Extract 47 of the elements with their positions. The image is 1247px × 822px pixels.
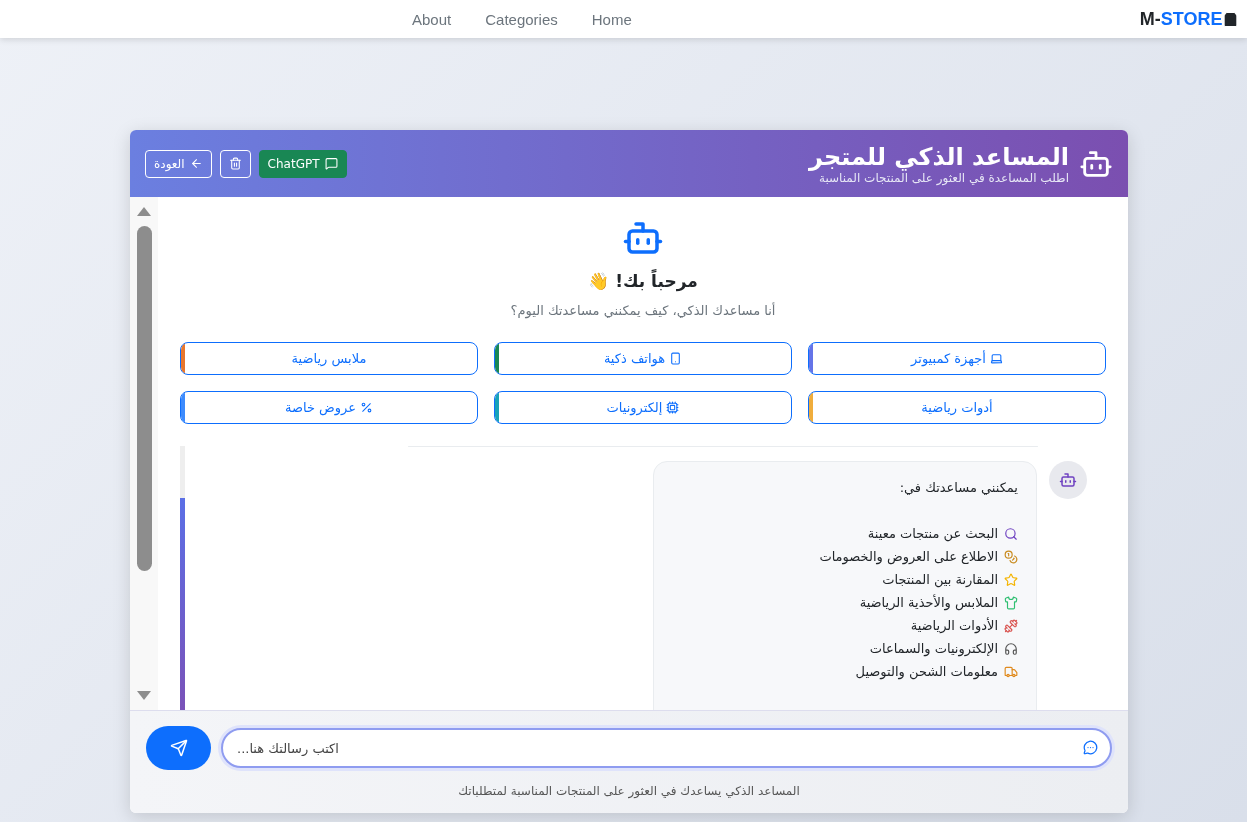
chip-icon [666,401,680,414]
clear-button[interactable] [219,149,251,178]
scrollbar[interactable] [130,197,158,710]
star-icon [1004,572,1018,587]
nav-link[interactable]: Home [591,10,632,28]
brand-logo[interactable]: M-STORE [1139,8,1240,30]
message-text: الملابس والأحذية الرياضية [859,593,998,612]
chatgpt-button[interactable]: ChatGPT [258,149,347,178]
money-icon [1004,549,1018,564]
send-icon [169,739,188,757]
nav-link[interactable]: About [412,10,452,28]
suggestion-button[interactable]: أجهزة كمبيوتر [808,342,1106,375]
headphones-icon [1004,641,1018,656]
message-text: البحث عن منتجات معينة [867,525,998,543]
suggestion-button[interactable]: عروض خاصة [180,391,478,424]
footer-note: المساعد الذكي يساعدك في العثور على المنتجات المناسبة لمتطلباتك [458,784,800,798]
search-icon [1004,526,1018,541]
welcome-title: مرحباً بك! [615,271,698,291]
truck-icon [1004,664,1018,679]
welcome-subtitle: أنا مساعدك الذكي، كيف يمكنني مساعدتك اليوم؟ [510,303,776,318]
message-input[interactable]: ...اكتب رسالتك هنا [221,728,1112,768]
suggestion-button[interactable]: أدوات رياضية [808,391,1106,424]
message-text: يمكنني مساعدتك في: [898,479,1018,497]
chat-title: المساعد الذكي للمتجر [809,142,1069,171]
suggestion-button[interactable]: هواتف ذكية [494,342,792,375]
bot-avatar [1049,461,1087,499]
message-text: معلومات الشحن والتوصيل [855,663,998,681]
chat-icon [324,157,338,170]
suggestion-button[interactable]: إلكترونيات [494,391,792,424]
send-button[interactable] [146,726,211,770]
message-text: الأدوات الرياضية [910,616,998,635]
message-text: المقارنة بين المنتجات [882,571,998,589]
suggestion-button[interactable]: ملابس رياضية [180,342,478,375]
back-button[interactable]: العودة [145,149,212,178]
message-text: الاطلاع على العروض والخصومات [819,548,998,566]
nav-link[interactable]: Categories [485,10,558,28]
message-text: الإلكترونيات والسماعات [869,640,998,658]
phone-icon [669,352,683,365]
wave-emoji: 👋 [588,271,610,291]
chat-icon [1083,740,1098,755]
arrow-icon [189,157,203,170]
shirt-icon [1004,595,1018,610]
laptop-icon [989,352,1003,365]
percent-icon [360,401,374,414]
chat-subtitle: اطلب المساعدة في العثور على المنتجات المناسبة [819,170,1069,185]
trash-icon [228,157,242,170]
dumbbell-icon [1004,618,1018,633]
